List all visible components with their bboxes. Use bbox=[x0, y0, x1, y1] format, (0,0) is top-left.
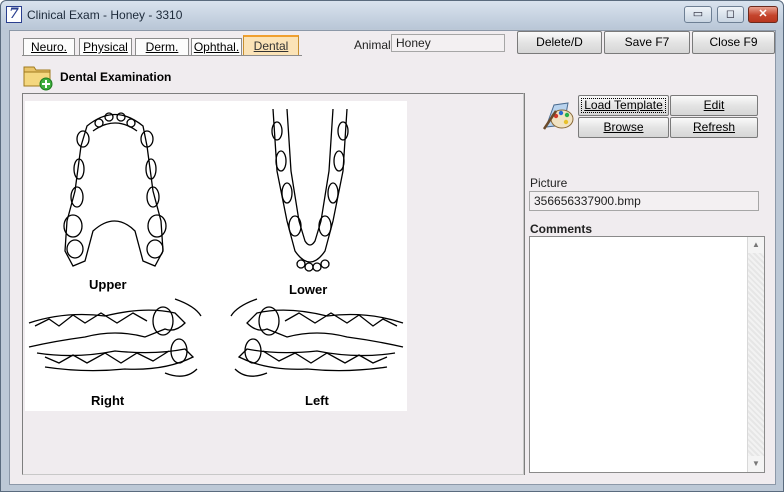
tab-ophthal[interactable]: Ophthal. bbox=[191, 38, 242, 56]
section-title: Dental Examination bbox=[60, 70, 172, 84]
tab-strip-line bbox=[22, 55, 302, 56]
maximize-button[interactable]: ◻ bbox=[717, 6, 744, 23]
folder-add-icon bbox=[23, 66, 53, 91]
panel-divider bbox=[524, 93, 525, 475]
animal-field[interactable]: Honey bbox=[391, 34, 505, 52]
comments-label: Comments bbox=[530, 222, 593, 236]
close-button[interactable]: Close F9 bbox=[692, 31, 775, 54]
save-button[interactable]: Save F7 bbox=[604, 31, 690, 54]
refresh-button[interactable]: Refresh bbox=[670, 117, 758, 138]
close-window-button[interactable]: ✕ bbox=[748, 6, 778, 23]
tab-dental[interactable]: Dental bbox=[243, 35, 299, 56]
dental-chart-image[interactable]: Upper Lower Right Left bbox=[25, 101, 407, 411]
animal-label: Animal bbox=[354, 38, 391, 52]
client-area: Neuro. Physical Derm. Ophthal. Dental An… bbox=[9, 30, 776, 485]
title-bar[interactable]: 7 Clinical Exam - Honey - 3310 ▭ ◻ ✕ bbox=[1, 1, 783, 29]
load-template-button[interactable]: Load Template bbox=[578, 95, 669, 116]
minimize-button[interactable]: ▭ bbox=[684, 6, 712, 23]
diagram-label-lower: Lower bbox=[289, 282, 327, 297]
comments-textarea[interactable]: ▲ ▼ bbox=[529, 236, 765, 473]
edit-button[interactable]: Edit bbox=[670, 95, 758, 116]
picture-field[interactable]: 356656337900.bmp bbox=[529, 191, 759, 211]
delete-button[interactable]: Delete/D bbox=[517, 31, 602, 54]
window-title: Clinical Exam - Honey - 3310 bbox=[27, 8, 183, 22]
browse-button[interactable]: Browse bbox=[578, 117, 669, 138]
diagram-label-left: Left bbox=[305, 393, 330, 408]
scroll-up-icon[interactable]: ▲ bbox=[748, 237, 764, 253]
paint-palette-icon bbox=[542, 102, 574, 130]
scroll-down-icon[interactable]: ▼ bbox=[748, 456, 764, 472]
tab-physical[interactable]: Physical bbox=[79, 38, 132, 56]
diagram-label-right: Right bbox=[91, 393, 125, 408]
tab-derm[interactable]: Derm. bbox=[135, 38, 189, 56]
dental-diagram: Upper Lower Right Left bbox=[28, 108, 404, 408]
app-icon: 7 bbox=[6, 6, 22, 23]
window: 7 Clinical Exam - Honey - 3310 ▭ ◻ ✕ Neu… bbox=[0, 0, 784, 492]
diagram-label-upper: Upper bbox=[89, 277, 127, 292]
comments-scrollbar[interactable]: ▲ ▼ bbox=[747, 237, 764, 472]
picture-label: Picture bbox=[530, 176, 568, 190]
tab-neuro[interactable]: Neuro. bbox=[23, 38, 75, 56]
